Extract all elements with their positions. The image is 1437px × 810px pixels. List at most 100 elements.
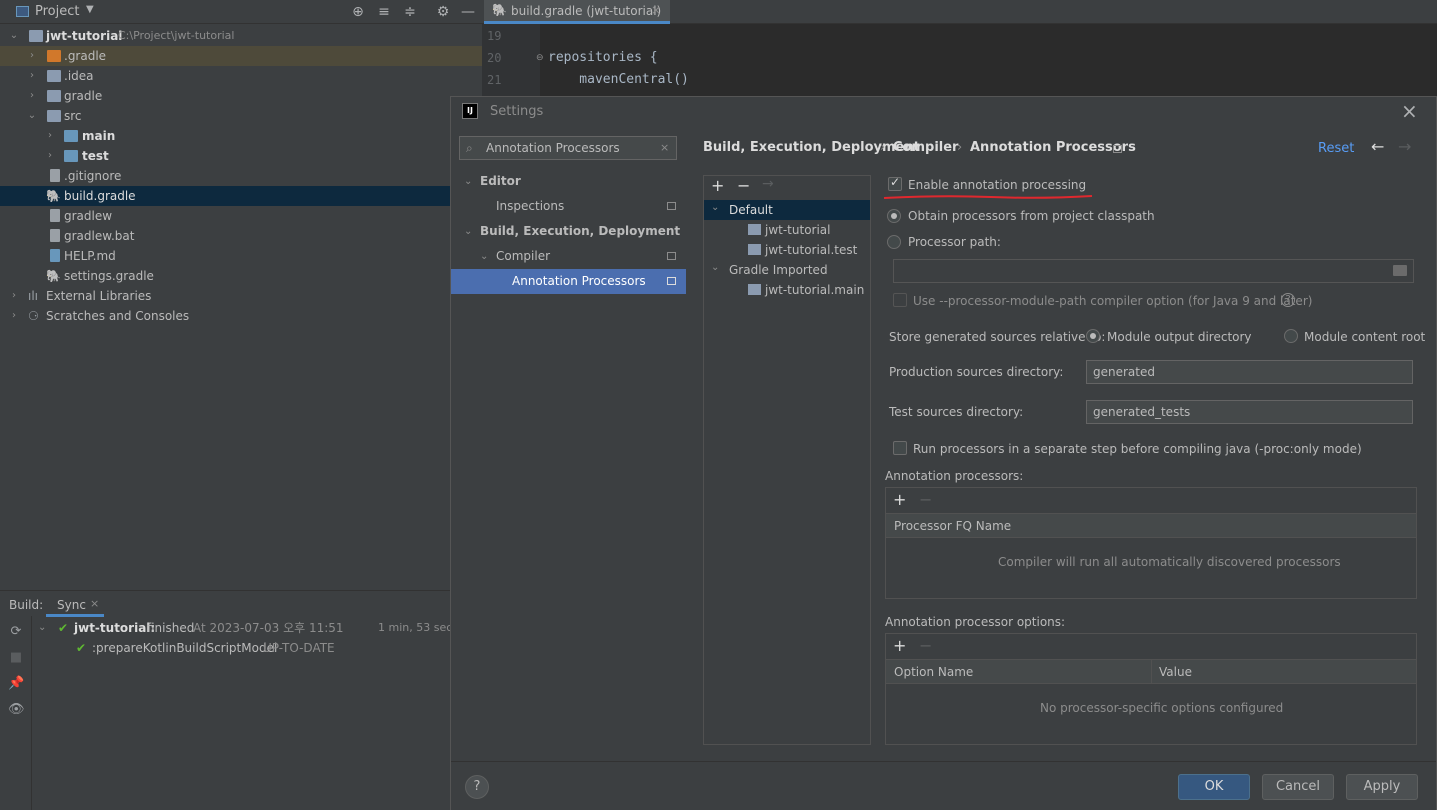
project-view-icon[interactable] — [16, 6, 29, 17]
processor-path-field[interactable] — [893, 259, 1414, 283]
production-sources-input[interactable]: generated — [1086, 360, 1413, 384]
sidebar-item-editor[interactable]: ⌄ Editor — [451, 169, 686, 194]
tree-item-main[interactable]: › main — [0, 126, 482, 146]
profile-module[interactable]: jwt-tutorial — [704, 220, 870, 240]
chevron-down-icon[interactable]: ⌄ — [8, 26, 20, 46]
sidebar-item-build[interactable]: ⌄ Build, Execution, Deployment — [451, 219, 686, 244]
chevron-right-icon[interactable]: › — [26, 86, 38, 106]
processor-path-radio[interactable] — [887, 235, 901, 249]
enable-annotation-label[interactable]: Enable annotation processing — [908, 178, 1086, 192]
tree-item-help-md[interactable]: HELP.md — [0, 246, 482, 266]
run-separate-checkbox[interactable] — [893, 441, 907, 455]
chevron-down-icon[interactable]: ⌄ — [38, 618, 46, 638]
locate-icon[interactable]: ⊕ — [348, 2, 368, 22]
processor-path-label[interactable]: Processor path: — [908, 235, 1001, 249]
close-icon[interactable]: × — [651, 3, 661, 17]
project-title[interactable]: Project — [35, 4, 79, 19]
clear-icon[interactable]: × — [660, 137, 669, 159]
chevron-down-icon[interactable]: ▼ — [86, 4, 94, 15]
expand-all-icon[interactable]: ≡ — [374, 2, 394, 22]
remove-icon[interactable]: − — [737, 176, 750, 195]
folder-icon[interactable] — [1393, 265, 1407, 276]
chevron-right-icon[interactable]: › — [44, 146, 56, 166]
back-arrow-icon[interactable]: ← — [1371, 137, 1384, 156]
stop-icon[interactable]: ■ — [8, 650, 24, 666]
collapse-all-icon[interactable]: ≑ — [400, 2, 420, 22]
chevron-right-icon[interactable]: › — [26, 46, 38, 66]
profile-module[interactable]: jwt-tutorial.main — [704, 280, 870, 300]
close-icon[interactable]: × — [1401, 99, 1418, 123]
profile-gradle-imported[interactable]: ⌄ Gradle Imported — [704, 260, 870, 280]
tree-item-settings-gradle[interactable]: 🐘 settings.gradle — [0, 266, 482, 286]
tree-item-scratches[interactable]: › ⚆ Scratches and Consoles — [0, 306, 482, 326]
code-line[interactable]: mavenCentral() — [548, 72, 689, 87]
module-output-label[interactable]: Module output directory — [1107, 330, 1252, 344]
add-icon[interactable]: + — [711, 176, 724, 195]
code-line[interactable]: repositories { — [548, 50, 658, 65]
tree-item-gradle-dir[interactable]: › .gradle — [0, 46, 482, 66]
chevron-down-icon[interactable]: ⌄ — [26, 106, 38, 126]
add-icon[interactable]: + — [893, 636, 906, 655]
module-path-checkbox[interactable] — [893, 293, 907, 307]
gear-icon[interactable]: ⚙ — [433, 2, 453, 22]
tree-item-external-libraries[interactable]: › ılı External Libraries — [0, 286, 482, 306]
fold-icon[interactable]: ⊖ — [536, 53, 544, 63]
processors-column-header[interactable]: Processor FQ Name — [894, 519, 1011, 533]
sidebar-item-inspections[interactable]: Inspections — [451, 194, 686, 219]
tree-item-gradle[interactable]: › gradle — [0, 86, 482, 106]
obtain-classpath-label[interactable]: Obtain processors from project classpath — [908, 209, 1155, 223]
chevron-right-icon[interactable]: › — [26, 66, 38, 86]
refresh-icon[interactable]: ⟳ — [8, 624, 24, 640]
tree-item-src[interactable]: ⌄ src — [0, 106, 482, 126]
tree-item-gradlew[interactable]: gradlew — [0, 206, 482, 226]
tab-sync[interactable]: Sync × — [46, 593, 104, 617]
test-sources-input[interactable]: generated_tests — [1086, 400, 1413, 424]
tree-item-idea[interactable]: › .idea — [0, 66, 482, 86]
enable-annotation-checkbox[interactable]: ✓ — [888, 175, 902, 191]
close-icon[interactable]: × — [90, 597, 99, 610]
sidebar-item-annotation-processors[interactable]: Annotation Processors — [451, 269, 686, 294]
eye-icon[interactable]: 👁 — [8, 702, 25, 718]
module-output-radio[interactable] — [1086, 329, 1100, 343]
forward-arrow-icon[interactable]: → — [1398, 137, 1411, 156]
minimize-icon[interactable]: — — [458, 2, 478, 22]
tree-item-root[interactable]: ⌄ jwt-tutorial C:\Project\jwt-tutorial — [0, 26, 482, 46]
annotation-processors-table: + − Processor FQ Name Compiler will run … — [885, 487, 1417, 599]
profile-default[interactable]: ⌄ Default — [704, 200, 870, 220]
chevron-right-icon[interactable]: › — [44, 126, 56, 146]
tree-item-build-gradle[interactable]: 🐘 build.gradle — [0, 186, 482, 206]
add-icon[interactable]: + — [893, 490, 906, 509]
help-icon[interactable]: ? — [1281, 293, 1295, 307]
tree-item-test[interactable]: › test — [0, 146, 482, 166]
tree-item-gradlew-bat[interactable]: gradlew.bat — [0, 226, 482, 246]
module-content-label[interactable]: Module content root — [1304, 330, 1425, 344]
help-button[interactable]: ? — [465, 775, 489, 799]
option-name-column-header[interactable]: Option Name — [894, 665, 973, 679]
sidebar-item-label: Build, Execution, Deployment — [480, 224, 681, 238]
breadcrumb-item[interactable]: Compiler — [893, 140, 958, 155]
ok-button[interactable]: OK — [1178, 774, 1250, 800]
chevron-right-icon[interactable]: › — [8, 306, 20, 326]
chevron-right-icon[interactable]: › — [8, 286, 20, 306]
editor-tab-build-gradle[interactable]: 🐘 build.gradle (jwt-tutorial) × — [484, 0, 670, 24]
profile-module[interactable]: jwt-tutorial.test — [704, 240, 870, 260]
sidebar-item-compiler[interactable]: ⌄ Compiler — [451, 244, 686, 269]
module-folder-icon — [748, 244, 761, 255]
module-content-radio[interactable] — [1284, 329, 1298, 343]
cancel-button[interactable]: Cancel — [1262, 774, 1334, 800]
move-icon[interactable]: → — [762, 176, 774, 192]
settings-search-input[interactable]: ⌕ Annotation Processors × — [459, 136, 677, 160]
breadcrumb-item[interactable]: Build, Execution, Deployment — [703, 140, 920, 155]
build-entry-root[interactable]: ⌄ ✔ jwt-tutorial: finished At 2023-07-03… — [32, 618, 456, 638]
obtain-classpath-radio[interactable] — [887, 209, 901, 223]
remove-icon[interactable]: − — [919, 636, 932, 655]
dialog-title-bar[interactable]: IJ Settings × — [451, 97, 1436, 127]
run-separate-label[interactable]: Run processors in a separate step before… — [913, 442, 1362, 456]
value-column-header[interactable]: Value — [1159, 665, 1192, 679]
remove-icon[interactable]: − — [919, 490, 932, 509]
apply-button[interactable]: Apply — [1346, 774, 1418, 800]
pin-icon[interactable]: 📌 — [8, 676, 24, 692]
reset-link[interactable]: Reset — [1318, 141, 1354, 156]
build-entry-task[interactable]: ✔ :prepareKotlinBuildScriptModel UP-TO-D… — [32, 638, 450, 658]
tree-item-gitignore[interactable]: .gitignore — [0, 166, 482, 186]
